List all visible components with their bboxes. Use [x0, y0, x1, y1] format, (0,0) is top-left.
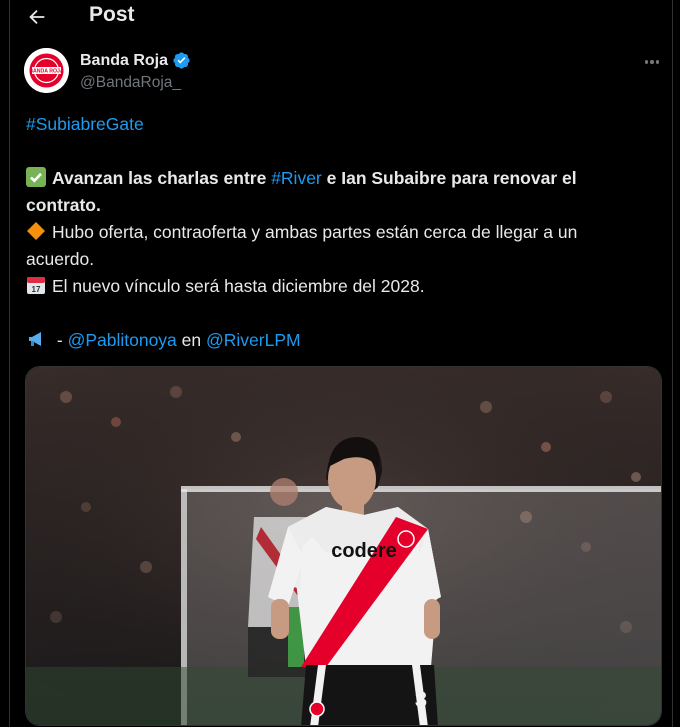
orange-diamond-emoji — [27, 222, 45, 240]
calendar-emoji: 17 — [27, 277, 45, 294]
sponsor-text: codere — [331, 540, 397, 562]
hashtag-subiabregate[interactable]: #SubiabreGate — [26, 114, 144, 134]
more-dots-icon[interactable] — [640, 50, 664, 74]
tweet-line1-b: e Ian Subaibre para renovar el — [321, 168, 577, 188]
hashtag-river[interactable]: #River — [271, 168, 322, 188]
tweet-text: #SubiabreGate Avanzan las charlas entre … — [26, 111, 656, 354]
name-row: Banda Roja — [80, 51, 191, 70]
arrow-left-icon — [29, 9, 45, 25]
tweet-line3: Hubo oferta, contraoferta y ambas partes… — [52, 222, 578, 242]
mention-pablitonoya[interactable]: @Pablitonoya — [68, 330, 177, 350]
source-separator: - — [52, 330, 68, 350]
author-row: BANDA ROJA Banda Roja @BandaRoja_ — [24, 48, 664, 98]
tweet-line4: acuerdo. — [26, 249, 95, 269]
back-button[interactable] — [24, 4, 50, 30]
page-title: Post — [89, 3, 135, 26]
author-name[interactable]: Banda Roja — [80, 52, 168, 70]
svg-text:17: 17 — [32, 285, 41, 294]
logo-text: BANDA ROJA — [29, 69, 64, 75]
tweet-line1-a: Avanzan las charlas entre — [52, 168, 272, 188]
verified-badge-icon — [173, 52, 190, 69]
avatar[interactable]: BANDA ROJA — [24, 48, 69, 93]
author-handle[interactable]: @BandaRoja_ — [80, 74, 181, 92]
tweet-line5: El nuevo vínculo será hasta diciembre de… — [52, 276, 425, 296]
megaphone-emoji — [29, 332, 41, 346]
check-mark-emoji — [26, 167, 46, 187]
mention-riverlpm[interactable]: @RiverLPM — [206, 330, 301, 350]
source-en: en — [176, 330, 206, 350]
tweet-line2: contrato. — [26, 195, 101, 215]
header-bar: Post — [10, 0, 672, 34]
post-view: Post BANDA ROJA Banda Roja @BandaRoja_ #… — [9, 0, 673, 727]
tweet-photo[interactable]: codere 3 — [25, 366, 662, 726]
shorts-number: 3 — [415, 687, 427, 712]
